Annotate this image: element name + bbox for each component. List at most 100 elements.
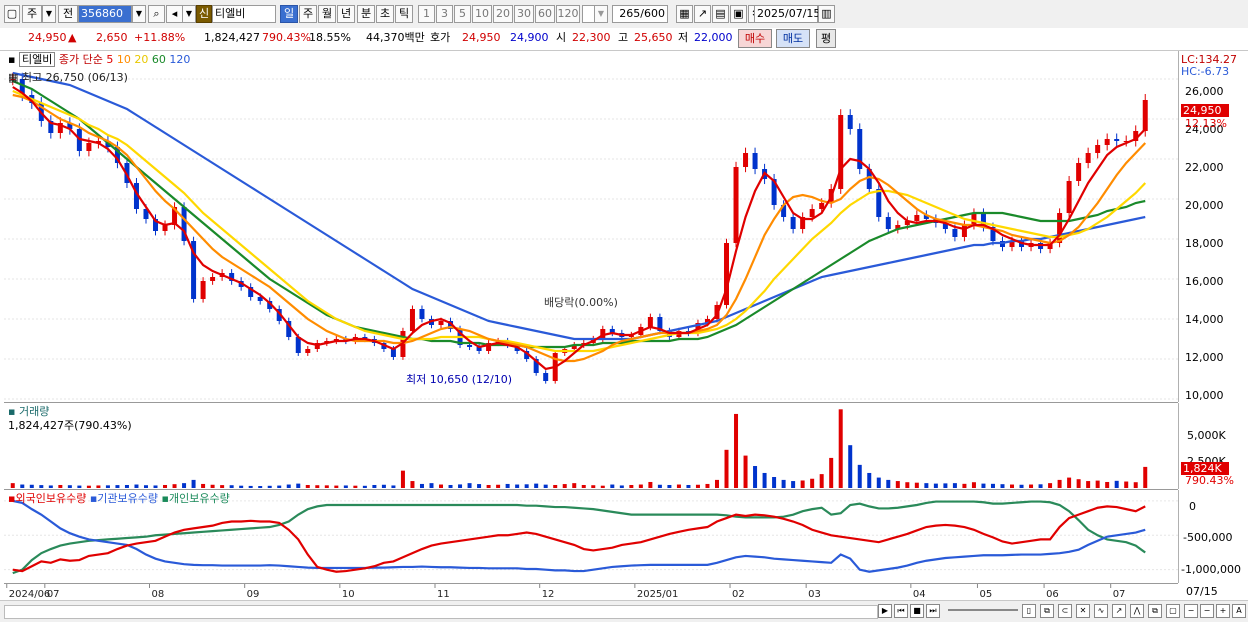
draw-tool-icon[interactable]: ↗	[694, 5, 711, 23]
hold-tick-500k: -500,000	[1183, 531, 1233, 544]
volume-bar	[838, 409, 843, 488]
interval-dropdown-icon[interactable]: ▼	[594, 5, 608, 23]
volume-bar	[172, 484, 177, 488]
sound-dropdown-icon[interactable]: ▼	[182, 5, 196, 23]
volume-bar	[20, 484, 25, 488]
period-tab-week[interactable]: 주	[299, 5, 317, 23]
chart-line-icon[interactable]: ∿	[1094, 604, 1108, 618]
indicator-icon[interactable]: ▦	[676, 5, 693, 23]
volume-bar	[343, 485, 348, 488]
copy-icon[interactable]: ⧉	[1040, 604, 1054, 618]
zoom-in-icon[interactable]: +	[1216, 604, 1230, 618]
market-select[interactable]: 주	[22, 5, 42, 23]
period-tab-second[interactable]: 초	[376, 5, 394, 23]
open-price: 22,300	[572, 31, 611, 44]
holdings-pane[interactable]: ▪외국인보유수량 ▪기관보유수량 ▪개인보유수량	[4, 490, 1178, 584]
volume-bar	[220, 485, 225, 488]
window-icon[interactable]: ▢	[4, 5, 20, 23]
stop-icon[interactable]: ■	[910, 604, 924, 618]
candle	[809, 209, 815, 217]
volume-bar	[524, 484, 529, 488]
volume-bar	[962, 483, 967, 488]
period-tab-minute[interactable]: 분	[357, 5, 375, 23]
volume-chart[interactable]	[4, 403, 1178, 489]
scroll-last-icon[interactable]: ⏭	[926, 604, 940, 618]
candle	[86, 143, 92, 151]
volume-bar	[924, 483, 929, 488]
prev-button[interactable]: 전	[58, 5, 78, 23]
interval-60[interactable]: 60	[535, 5, 555, 23]
trend-icon[interactable]: ↗	[1112, 604, 1126, 618]
sell-button[interactable]: 매도	[776, 29, 810, 48]
hold-tick-0: 0	[1189, 500, 1196, 513]
buy-button[interactable]: 매수	[738, 29, 772, 48]
font-size-icon[interactable]: A	[1232, 604, 1246, 618]
y-tick-10000: 10,000	[1185, 389, 1224, 402]
volume-pane[interactable]: ▪ 거래량 1,824,427주(790.43%)	[4, 403, 1178, 490]
search-icon[interactable]: ⌕	[148, 5, 165, 23]
window-icon[interactable]: ▢	[1166, 604, 1180, 618]
horizontal-scrollbar[interactable]	[4, 605, 878, 619]
interval-10[interactable]: 10	[472, 5, 492, 23]
volume-bar	[981, 483, 986, 488]
period-tab-month[interactable]: 월	[318, 5, 336, 23]
minus-icon[interactable]: −	[1200, 604, 1214, 618]
quote-label: 호가	[430, 31, 451, 44]
clone-icon[interactable]: ⧉	[1148, 604, 1162, 618]
code-dropdown-icon[interactable]: ▼	[132, 5, 146, 23]
candle	[885, 217, 891, 229]
volume-bar	[1038, 484, 1043, 488]
price-chart[interactable]	[4, 51, 1178, 402]
count-value: 265	[619, 7, 641, 20]
candle	[409, 309, 415, 331]
interval-1[interactable]: 1	[418, 5, 435, 23]
interval-20[interactable]: 20	[493, 5, 513, 23]
interval-3[interactable]: 3	[436, 5, 453, 23]
holding-line-foreign	[12, 505, 1146, 573]
interval-30[interactable]: 30	[514, 5, 534, 23]
calendar-icon[interactable]: ▥	[818, 5, 835, 23]
volume-bar	[829, 457, 834, 488]
count-total: /600	[640, 7, 665, 20]
x-tick-label: 05	[979, 589, 992, 600]
market-dropdown-icon[interactable]: ▼	[42, 5, 56, 23]
link-icon[interactable]: ⊂	[1058, 604, 1072, 618]
volume-bar	[1114, 480, 1119, 488]
scroll-first-icon[interactable]: ⏮	[894, 604, 908, 618]
zoom-out-icon[interactable]: −	[1184, 604, 1198, 618]
layout-icon[interactable]: ▯	[1022, 604, 1036, 618]
volume-bar	[600, 485, 605, 488]
volume-bar	[381, 484, 386, 488]
candle	[1142, 100, 1148, 131]
period-tab-tick[interactable]: 틱	[395, 5, 413, 23]
price-pane[interactable]: ▪ 티엘비 종가 단순 5 10 20 60 120 ▦ 최고 26,750 (…	[4, 51, 1178, 403]
volume-bar	[1086, 481, 1091, 488]
sound-icon[interactable]: ◂	[166, 5, 183, 23]
cross-icon[interactable]: ✕	[1076, 604, 1090, 618]
stock-code-input[interactable]: 356860	[78, 5, 132, 23]
zoom-slider[interactable]	[948, 609, 1018, 611]
interval-5[interactable]: 5	[454, 5, 471, 23]
legend-foreign-label: 외국인보유수량	[15, 492, 87, 505]
volume-bar	[496, 484, 501, 488]
ma-legend-20: 20	[134, 53, 149, 66]
y-tick-16000: 16,000	[1185, 275, 1224, 288]
volume-bar	[895, 481, 900, 488]
period-tab-year[interactable]: 년	[337, 5, 355, 23]
ma-legend-60: 60	[151, 53, 166, 66]
volume-bar	[58, 484, 63, 488]
scroll-right-icon[interactable]: ▶	[878, 604, 892, 618]
interval-120[interactable]: 120	[556, 5, 580, 23]
period-tab-day[interactable]: 일	[280, 5, 298, 23]
grid-icon[interactable]: ▤	[712, 5, 729, 23]
save-icon[interactable]: ▣	[730, 5, 747, 23]
zigzag-icon[interactable]: ⋀	[1130, 604, 1144, 618]
stock-name-field[interactable]: 티엘비	[212, 5, 276, 23]
evaluate-button[interactable]: 평	[816, 29, 836, 48]
volume-bar	[648, 481, 653, 488]
x-tick-label: 2025/01	[637, 589, 679, 600]
count-field[interactable]: 265/600	[612, 5, 668, 23]
date-field[interactable]: 2025/07/15	[754, 5, 820, 23]
volume-bar	[201, 483, 206, 488]
volume-bar	[781, 479, 786, 488]
